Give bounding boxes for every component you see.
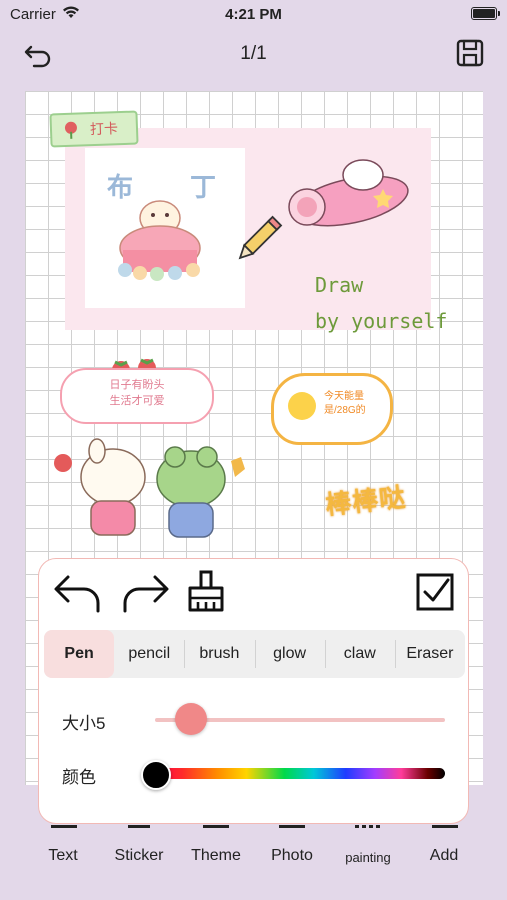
size-slider-thumb[interactable] [175, 703, 207, 735]
save-icon[interactable] [455, 38, 485, 68]
svg-text:布: 布 [107, 173, 133, 203]
size-label-group: 大小5 [62, 709, 105, 734]
egg-sticker[interactable]: 今天能量 是/28G的 [271, 373, 393, 445]
size-value: 5 [96, 714, 106, 733]
sticker-bangbangda[interactable]: 棒棒哒 [323, 477, 408, 522]
redo-arrow-icon[interactable] [119, 571, 171, 615]
brush-mode-selector: Pen pencil brush glow claw Eraser [44, 630, 465, 678]
mode-pen[interactable]: Pen [44, 630, 115, 678]
add-tab-icon [432, 825, 458, 828]
bubble-line-2: 生活才可爱 [109, 395, 165, 407]
undo-arrow-icon[interactable] [52, 571, 104, 615]
flower-icon [64, 121, 77, 139]
tab-painting[interactable]: painting [328, 850, 408, 865]
color-slider-thumb[interactable] [141, 760, 171, 790]
cake-card[interactable]: 布 丁 [85, 148, 245, 308]
tab-photo[interactable]: Photo [252, 847, 332, 865]
nav-bar: 1/1 [0, 30, 507, 76]
size-label: 大小 [62, 714, 96, 733]
mode-glow[interactable]: glow [254, 630, 325, 678]
pencil-icon [238, 215, 283, 260]
svg-text:丁: 丁 [190, 173, 216, 203]
mode-claw[interactable]: claw [324, 630, 395, 678]
broom-icon[interactable] [185, 569, 227, 613]
swiss-roll-bear-sticker [288, 159, 409, 227]
tab-sticker[interactable]: Sticker [99, 847, 179, 865]
checkin-tag[interactable]: 打卡 [49, 110, 139, 148]
status-time: 4:21 PM [225, 6, 282, 23]
page-indicator: 1/1 [240, 43, 267, 64]
speech-bubble-sticker[interactable]: 日子有盼头 生活才可爱 [60, 368, 214, 424]
battery-icon [471, 7, 500, 20]
drawing-panel: Pen pencil brush glow claw Eraser 大小5 颜色 [38, 558, 469, 824]
mode-brush[interactable]: brush [184, 630, 254, 678]
color-label: 颜色 [62, 768, 96, 787]
photo-tab-icon [279, 825, 305, 828]
tab-text[interactable]: Text [23, 847, 103, 865]
draw-line-1: Draw [315, 273, 364, 297]
egg-line-1: 今天能量 [324, 391, 364, 402]
mode-pencil[interactable]: pencil [114, 630, 184, 678]
bubble-line-1: 日子有盼头 [109, 379, 165, 391]
theme-tab-icon [203, 825, 229, 828]
bunny-frog-sticker [54, 438, 245, 538]
cake-bunny-sticker: 布 丁 [107, 173, 216, 281]
draw-caption: Draw by yourself [315, 267, 447, 339]
egg-line-2: 是/28G的 [324, 405, 366, 416]
tab-add[interactable]: Add [404, 847, 484, 865]
painting-tab-icon [355, 825, 381, 828]
tag-text: 打卡 [89, 120, 119, 138]
mode-eraser[interactable]: Eraser [394, 630, 465, 678]
draw-line-2: by yourself [315, 309, 448, 333]
sticker-tab-icon [128, 825, 150, 828]
yolk-icon [288, 392, 316, 420]
status-bar: Carrier 4:21 PM [0, 0, 507, 28]
tab-theme[interactable]: Theme [176, 847, 256, 865]
text-tab-icon [51, 825, 77, 828]
color-spectrum-slider[interactable] [153, 768, 445, 779]
checkbox-confirm-icon[interactable] [414, 571, 456, 613]
